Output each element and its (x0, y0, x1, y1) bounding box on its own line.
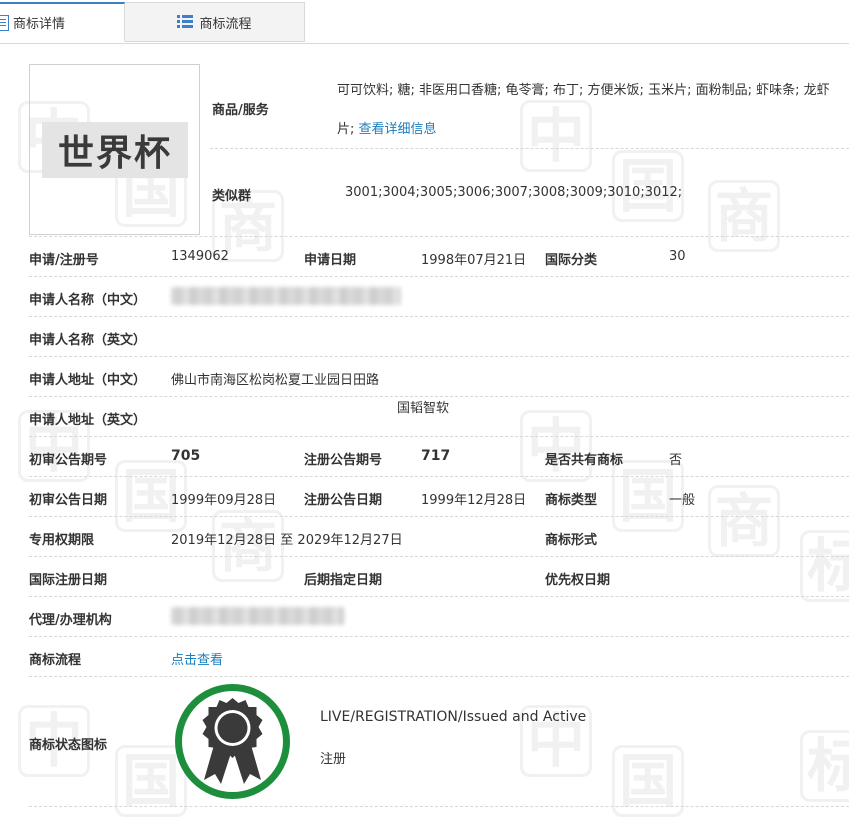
goods-services-label: 商品/服务 (212, 103, 269, 118)
similar-group-value: 3001;3004;3005;3006;3007;3008;3009;3010;… (345, 185, 683, 200)
status-en-text: LIVE/REGISTRATION/Issued and Active (320, 709, 587, 725)
address-cn-label: 申请人地址（中文） (29, 373, 147, 388)
status-icon-label: 商标状态图标 (29, 738, 108, 753)
intl-class-label: 国际分类 (545, 253, 598, 268)
process-label: 商标流程 (29, 653, 82, 668)
divider (29, 596, 849, 597)
intl-reg-date-label: 国际注册日期 (29, 573, 108, 588)
address-en-label: 申请人地址（英文） (29, 413, 147, 428)
redacted-applicant-name (171, 287, 401, 305)
reg-pub-no-value: 717 (421, 448, 451, 464)
mark-type-value: 一般 (669, 493, 696, 508)
prelim-pub-date-value: 1999年09月28日 (171, 493, 277, 508)
watermark: 标 (800, 730, 849, 802)
divider (29, 676, 849, 677)
watermark: 标 (800, 530, 849, 602)
divider (29, 556, 849, 557)
intl-class-value: 30 (669, 249, 686, 264)
view-details-link[interactable]: 查看详细信息 (359, 122, 437, 137)
divider (29, 356, 849, 357)
reg-no-value: 1349062 (171, 249, 229, 264)
divider (210, 148, 849, 149)
goods-services-value: 可可饮料; 糖; 非医用口香糖; 龟苓膏; 布丁; 方便米饭; 玉米片; 面粉制… (337, 83, 830, 98)
divider (29, 276, 849, 277)
similar-group-label: 类似群 (212, 189, 252, 204)
prelim-pub-date-label: 初审公告日期 (29, 493, 108, 508)
watermark: 商 (708, 485, 781, 557)
divider (29, 316, 849, 317)
divider (29, 436, 849, 437)
shared-mark-label: 是否共有商标 (545, 453, 624, 468)
prelim-pub-no-label: 初审公告期号 (29, 453, 108, 468)
applicant-cn-label: 申请人名称（中文） (29, 293, 147, 308)
apply-date-label: 申请日期 (304, 253, 357, 268)
later-designation-date-label: 后期指定日期 (304, 573, 383, 588)
divider (29, 516, 849, 517)
list-icon (177, 15, 194, 29)
tab-label: 商标详情 (13, 17, 66, 32)
address-en-value: 国韬智软 (397, 401, 450, 416)
goods-services-value-cont: 片; 查看详细信息 (337, 118, 437, 137)
document-icon (0, 14, 9, 31)
tab-bar: 商标详情 商标流程 (0, 0, 849, 44)
divider (29, 476, 849, 477)
tab-label: 商标流程 (199, 16, 252, 32)
reg-pub-no-label: 注册公告期号 (304, 453, 383, 468)
shared-mark-value: 否 (669, 453, 683, 468)
mark-form-label: 商标形式 (545, 533, 598, 548)
redacted-agent-name (171, 607, 344, 625)
apply-date-value: 1998年07月21日 (421, 253, 527, 268)
agent-label: 代理/办理机构 (29, 613, 112, 628)
exclusive-term-label: 专用权期限 (29, 533, 95, 548)
trademark-image-text: 世界杯 (42, 122, 188, 178)
status-cn-text: 注册 (320, 752, 347, 767)
exclusive-term-value: 2019年12月28日 至 2029年12月27日 (171, 533, 403, 548)
divider (29, 806, 849, 807)
watermark: 商 (708, 180, 781, 252)
reg-pub-date-value: 1999年12月28日 (421, 493, 527, 508)
divider (29, 236, 849, 237)
divider (29, 636, 849, 637)
registered-status-icon (175, 684, 290, 799)
address-cn-value: 佛山市南海区松岗松夏工业园日田路 (171, 373, 380, 388)
reg-pub-date-label: 注册公告日期 (304, 493, 383, 508)
trademark-image: 世界杯 (29, 64, 200, 235)
mark-type-label: 商标类型 (545, 493, 598, 508)
tab-trademark-process[interactable]: 商标流程 (125, 2, 305, 42)
view-process-link[interactable]: 点击查看 (171, 649, 223, 668)
prelim-pub-no-value: 705 (171, 448, 201, 464)
goods-services-value-tail: 片; (337, 122, 355, 137)
priority-date-label: 优先权日期 (545, 573, 611, 588)
watermark: 中 (520, 100, 593, 172)
applicant-en-label: 申请人名称（英文） (29, 333, 147, 348)
reg-no-label: 申请/注册号 (29, 253, 99, 268)
watermark: 中 (520, 410, 593, 482)
tab-trademark-details[interactable]: 商标详情 (0, 2, 125, 42)
